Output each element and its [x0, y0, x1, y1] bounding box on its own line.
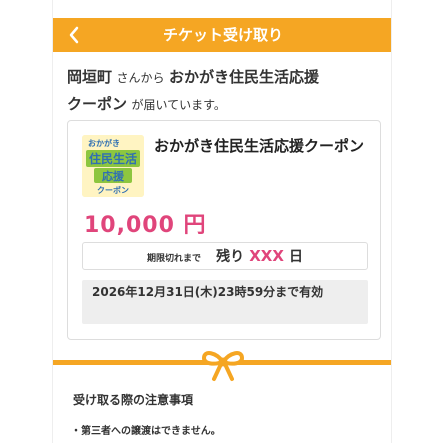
svg-text:クーポン: クーポン: [97, 185, 129, 195]
coupon-name: おかがき住民生活応援クーポン: [154, 137, 365, 155]
svg-text:住民生活: 住民生活: [89, 151, 137, 166]
ticket-screen: チケット受け取り 岡垣町 さんから おかがき住民生活応援 クーポン が届いていま…: [52, 0, 392, 443]
svg-text:応援: 応援: [102, 169, 125, 183]
coupon-card: おかがき 住民生活 応援 クーポン おかがき住民生活応援クーポン 10,000 …: [67, 120, 381, 340]
coupon-logo: おかがき 住民生活 応援 クーポン: [82, 135, 144, 197]
header-bar: チケット受け取り: [53, 18, 391, 52]
intro-coupon-name: おかがき住民生活応援: [168, 68, 319, 86]
remaining-prefix: 残り: [216, 249, 245, 265]
remaining-label: 期限切れまで: [147, 254, 202, 264]
intro-coupon-tail: クーポン: [67, 95, 128, 113]
arrived-text: が届いています。: [131, 98, 226, 112]
coupon-amount: 10,000 円: [84, 213, 207, 238]
remaining-days-box: 期限切れまで 残り XXX 日: [82, 242, 368, 270]
svg-text:おかがき: おかがき: [88, 138, 120, 148]
coupon-image: おかがき 住民生活 応援 クーポン: [82, 135, 144, 197]
sender-name: 岡垣町: [67, 68, 113, 86]
notice-item: ・第三者への譲渡はできません。: [71, 426, 221, 437]
ribbon-bow-icon: [198, 344, 248, 384]
from-text: さんから: [116, 71, 165, 85]
remaining-value: XXX: [249, 247, 284, 265]
remaining-unit: 日: [289, 249, 303, 265]
expiry-deadline: 2026年12月31日(木)23時59分まで有効: [82, 280, 368, 324]
page-title: チケット受け取り: [162, 26, 283, 44]
intro-message: 岡垣町 さんから おかがき住民生活応援 クーポン が届いています。: [67, 64, 379, 118]
notice-title: 受け取る際の注意事項: [73, 393, 194, 407]
